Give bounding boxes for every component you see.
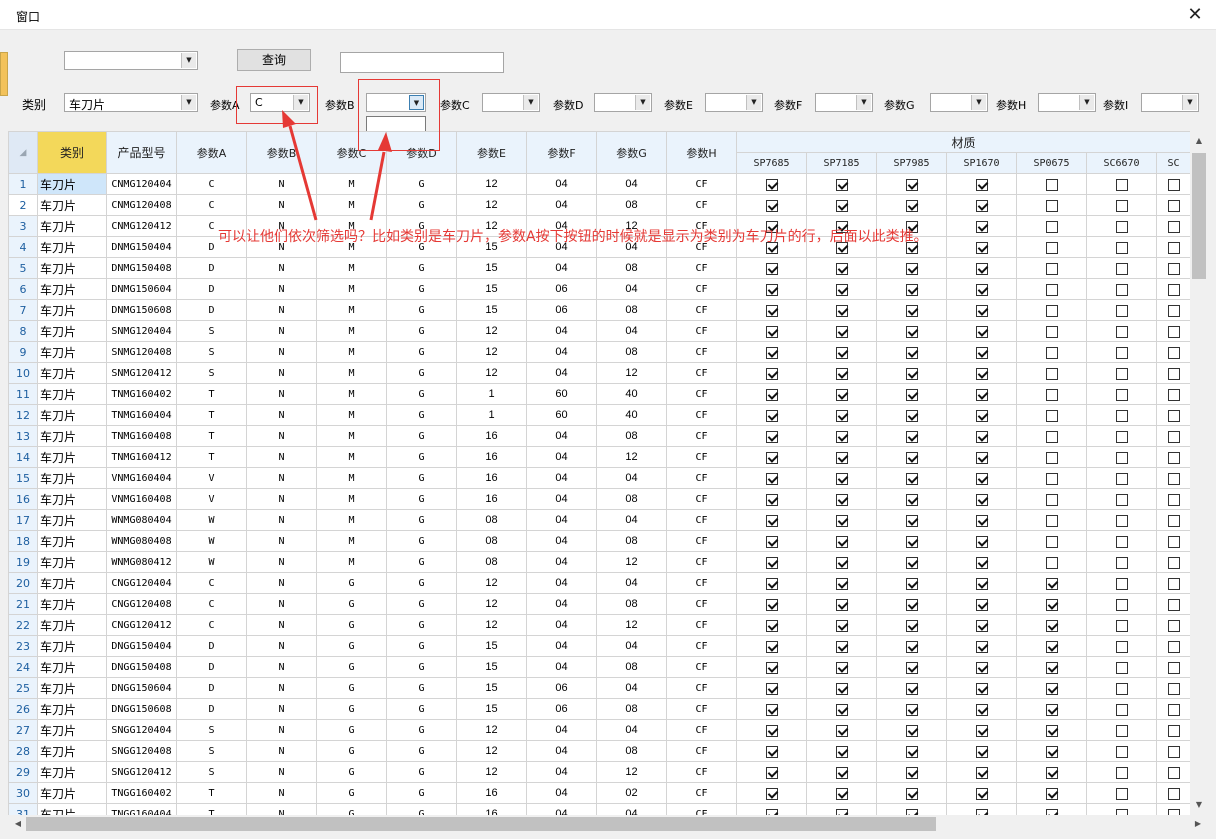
app-window: 窗口 ✕ ▼ 查询 类别 车刀片 ▼ 参数A C ▼ 参数B ▼ 参数C ▼ 参… — [0, 0, 1216, 839]
arrow-to-param-b — [369, 151, 386, 221]
arrow-head-param-a — [282, 110, 296, 128]
arrow-to-param-a — [288, 125, 318, 221]
annotation-arrows — [282, 110, 392, 221]
arrow-head-param-b — [378, 132, 392, 152]
annotation-text: 可以让他们依次筛选吗？比如类别是车刀片，参数A按下按钮的时候就是显示为类别为车刀… — [218, 229, 928, 245]
